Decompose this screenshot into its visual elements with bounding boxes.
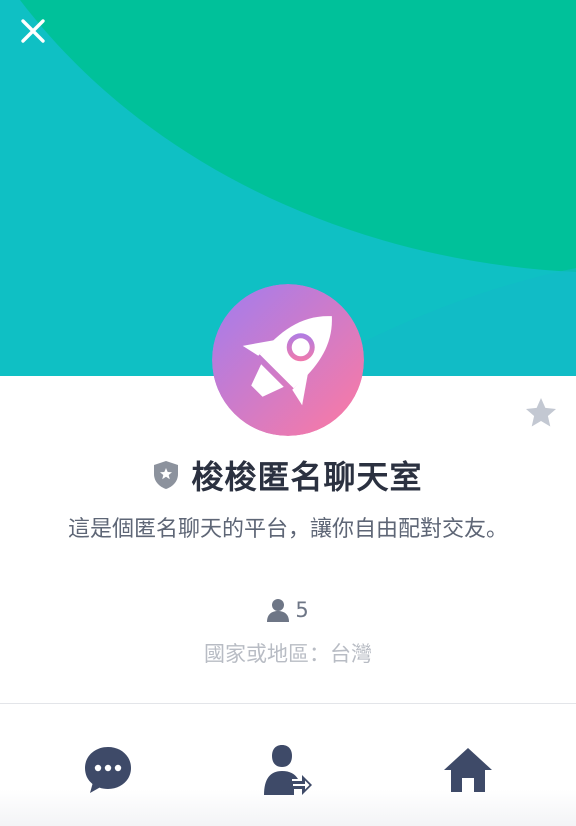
room-description: 這是個匿名聊天的平台，讓你自由配對交友。 [68, 517, 509, 542]
shield-star-icon [154, 461, 179, 489]
share-button[interactable] [256, 738, 320, 802]
star-icon [526, 398, 556, 427]
room-title-row: 梭梭匿名聊天室 [0, 452, 576, 498]
room-name: 梭梭匿名聊天室 [191, 458, 423, 496]
member-count-value: 5 [295, 598, 309, 622]
member-count: 5 [0, 598, 576, 622]
share-user-icon [264, 745, 312, 795]
room-region: 國家或地區：台灣 [204, 642, 372, 666]
rocket-icon [212, 284, 364, 436]
favorite-button[interactable] [520, 392, 562, 434]
person-icon [267, 599, 290, 622]
home-icon [444, 748, 492, 792]
bottom-action-bar [0, 704, 576, 826]
chat-bubble-icon [85, 747, 131, 793]
home-button[interactable] [436, 738, 500, 802]
close-icon [21, 19, 45, 43]
close-button[interactable] [20, 18, 60, 58]
room-avatar [212, 284, 364, 436]
chat-button[interactable] [76, 738, 140, 802]
